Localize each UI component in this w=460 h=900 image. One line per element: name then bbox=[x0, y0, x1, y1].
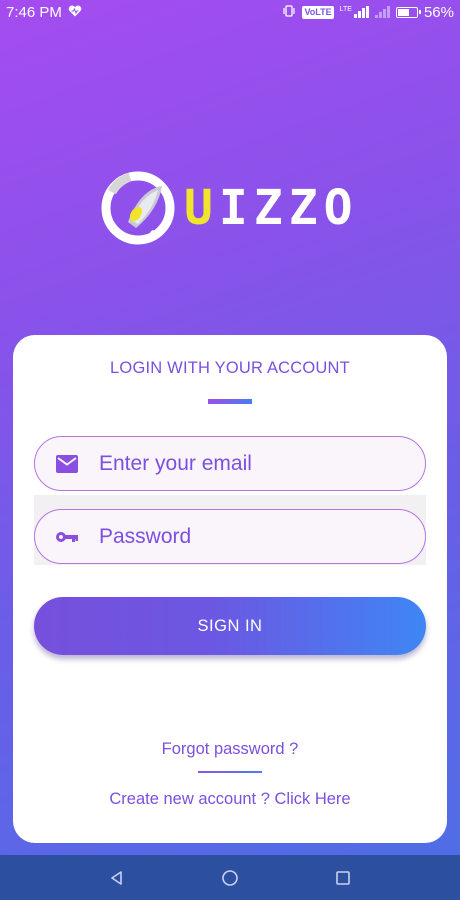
recents-icon[interactable] bbox=[331, 866, 355, 890]
heart-icon bbox=[68, 4, 82, 21]
status-time: 7:46 PM bbox=[6, 3, 62, 21]
password-field[interactable] bbox=[34, 509, 426, 564]
sign-in-button[interactable]: SIGN IN bbox=[34, 597, 426, 655]
login-title: LOGIN WITH YOUR ACCOUNT bbox=[110, 359, 350, 377]
status-left: 7:46 PM bbox=[6, 4, 82, 21]
signal-icon bbox=[353, 6, 369, 18]
logo-text: UIZZO bbox=[184, 180, 359, 236]
status-bar: 7:46 PM VoLTE LTE 56% bbox=[0, 0, 460, 24]
battery-percent: 56% bbox=[423, 3, 454, 21]
password-input[interactable] bbox=[99, 524, 399, 549]
key-icon bbox=[55, 525, 79, 549]
volte-badge: VoLTE bbox=[302, 5, 334, 19]
lte-signal-icon: LTE bbox=[340, 6, 369, 18]
login-card: LOGIN WITH YOUR ACCOUNT SIGN IN Forgot p… bbox=[13, 335, 447, 843]
vibrate-icon bbox=[282, 4, 296, 21]
mail-icon bbox=[55, 452, 79, 476]
forgot-underline bbox=[198, 771, 262, 773]
lte-label: LTE bbox=[339, 6, 352, 13]
battery-icon bbox=[395, 6, 421, 18]
forgot-password-link[interactable]: Forgot password ? bbox=[13, 740, 447, 759]
back-icon[interactable] bbox=[105, 866, 129, 890]
email-input[interactable] bbox=[99, 451, 399, 476]
create-account-link[interactable]: Create new account ? Click Here bbox=[13, 790, 447, 809]
title-underline bbox=[208, 399, 252, 404]
home-icon[interactable] bbox=[218, 866, 242, 890]
navigation-bar bbox=[0, 855, 460, 900]
email-field[interactable] bbox=[34, 436, 426, 491]
app-logo: UIZZO bbox=[100, 170, 362, 246]
status-right: VoLTE LTE 56% bbox=[282, 4, 454, 21]
second-signal-icon bbox=[374, 6, 390, 18]
rocket-q-icon bbox=[101, 171, 175, 245]
